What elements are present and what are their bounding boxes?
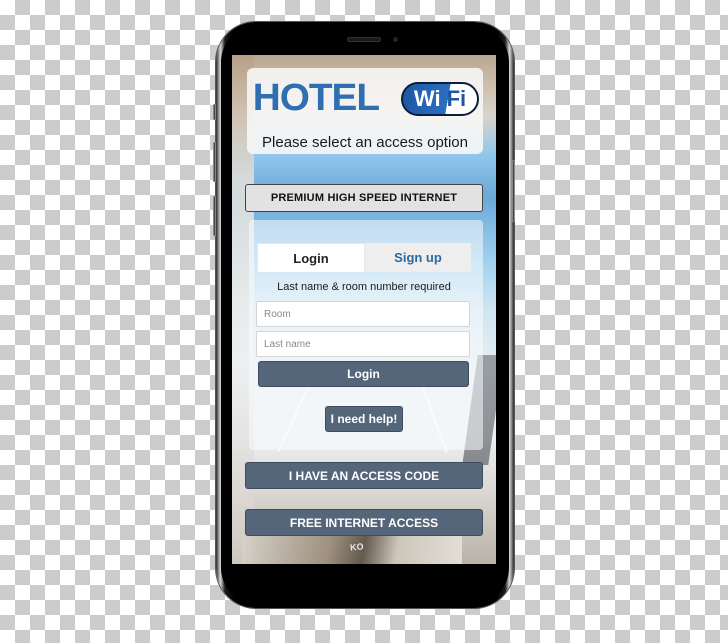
- power-button: [512, 160, 515, 222]
- background-book-label: KO: [349, 541, 364, 553]
- free-internet-button[interactable]: FREE INTERNET ACCESS: [245, 509, 483, 536]
- login-button[interactable]: Login: [258, 361, 469, 387]
- premium-internet-button[interactable]: PREMIUM HIGH SPEED INTERNET: [245, 184, 483, 212]
- speaker-grille: [347, 37, 381, 42]
- wifi-logo-fi: Fi: [446, 86, 467, 111]
- tab-login[interactable]: Login: [257, 243, 365, 272]
- mute-switch: [213, 104, 216, 120]
- header-card: HOTEL Wi Fi Please select an access opti…: [247, 68, 483, 154]
- room-input[interactable]: [256, 301, 470, 327]
- volume-up-button: [213, 142, 216, 182]
- page-subtitle: Please select an access option: [262, 134, 468, 151]
- requirement-text: Last name & room number required: [277, 281, 451, 293]
- help-button[interactable]: I need help!: [325, 406, 403, 432]
- phone-screen: KO HOTEL Wi Fi Please select an access o…: [232, 55, 496, 564]
- last-name-input[interactable]: [256, 331, 470, 357]
- wifi-logo-icon: Wi Fi: [401, 82, 479, 116]
- hotel-logo: HOTEL: [252, 77, 380, 119]
- tab-signup[interactable]: Sign up: [365, 243, 471, 272]
- wifi-logo-wi: Wi: [413, 86, 441, 111]
- access-code-button[interactable]: I HAVE AN ACCESS CODE: [245, 462, 483, 489]
- auth-tabs: Login Sign up: [257, 243, 471, 272]
- volume-down-button: [213, 196, 216, 236]
- front-camera-icon: [393, 37, 398, 42]
